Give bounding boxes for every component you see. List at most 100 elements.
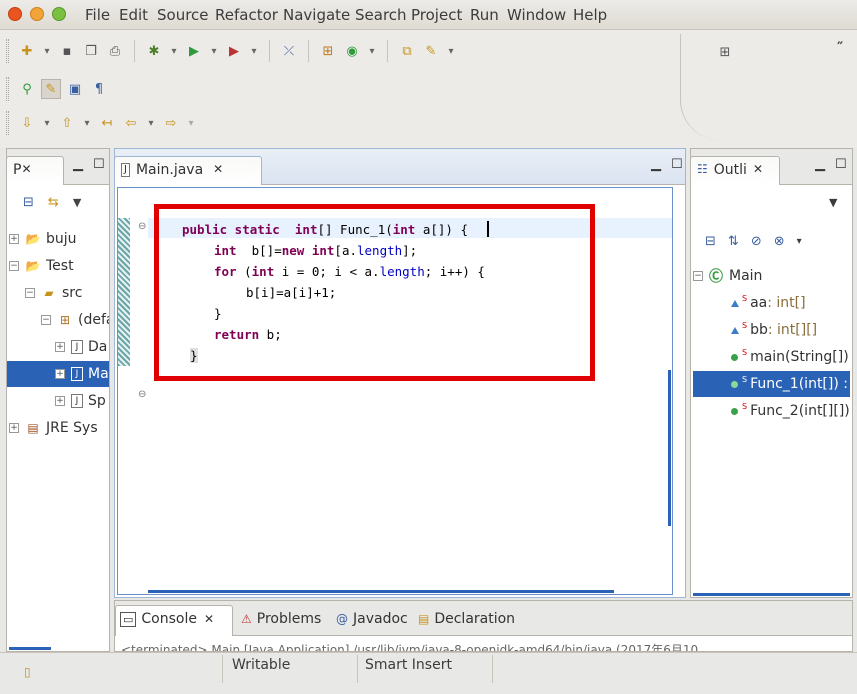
outline-item-method-func1[interactable]: S Func_1(int[]) : bbox=[693, 371, 850, 397]
mark-occurrences-icon[interactable]: ✎ bbox=[41, 79, 61, 99]
tree-item-default-package[interactable]: −⊞ (defa bbox=[41, 307, 109, 333]
fold-collapse-icon[interactable]: ⊖ bbox=[138, 389, 146, 400]
skip-breakpoints-icon[interactable]: ⤫ bbox=[279, 41, 299, 61]
maximize-icon[interactable]: ☐ bbox=[835, 157, 847, 172]
print-icon[interactable]: ⎙ bbox=[105, 41, 125, 61]
outline-item-method-main[interactable]: Smain(String[]) bbox=[731, 344, 849, 370]
chevron-down-icon[interactable]: ▾ bbox=[41, 41, 53, 61]
close-icon[interactable]: ✕ bbox=[753, 162, 763, 185]
menu-window[interactable]: Window bbox=[507, 6, 566, 24]
run-icon[interactable]: ▶ bbox=[184, 41, 204, 61]
expand-icon[interactable]: + bbox=[9, 423, 19, 433]
tab-javadoc[interactable]: @ Javadoc bbox=[336, 603, 408, 635]
chevron-down-icon[interactable]: ▾ bbox=[248, 41, 260, 61]
hide-static-icon[interactable]: ⊗ bbox=[774, 234, 785, 249]
fold-collapse-icon[interactable]: ⊖ bbox=[138, 221, 146, 232]
menu-edit[interactable]: Edit bbox=[119, 6, 148, 24]
minimize-window-button[interactable] bbox=[30, 7, 44, 21]
chevron-down-icon[interactable]: ▾ bbox=[81, 113, 93, 133]
forward-icon[interactable]: ⇨ bbox=[161, 113, 181, 133]
link-with-editor-icon[interactable]: ⇆ bbox=[48, 195, 59, 210]
minimize-icon[interactable]: ▁ bbox=[815, 157, 825, 172]
chevron-down-icon[interactable]: ▾ bbox=[41, 113, 53, 133]
chevron-down-icon[interactable]: ▾ bbox=[208, 41, 220, 61]
horizontal-scrollbar[interactable] bbox=[693, 593, 850, 596]
minimize-icon[interactable]: ▁ bbox=[651, 157, 661, 172]
tree-item-da[interactable]: + J Da bbox=[55, 334, 107, 360]
debug-icon[interactable]: ✱ bbox=[144, 41, 164, 61]
close-icon[interactable]: ✕ bbox=[21, 162, 31, 185]
menu-source[interactable]: Source bbox=[157, 6, 209, 24]
menu-project[interactable]: Project bbox=[411, 6, 462, 24]
menu-file[interactable]: File bbox=[85, 6, 110, 24]
new-package-icon[interactable]: ⊞ bbox=[318, 41, 338, 61]
search-tool-icon[interactable]: ✎ bbox=[421, 41, 441, 61]
tree-item-test[interactable]: − 📂 Test bbox=[9, 253, 74, 279]
sort-icon[interactable]: ⇅ bbox=[728, 234, 739, 249]
menu-help[interactable]: Help bbox=[573, 6, 607, 24]
maximize-icon[interactable]: ☐ bbox=[93, 157, 105, 172]
tree-item-sp[interactable]: + J Sp bbox=[55, 388, 106, 414]
maximize-window-button[interactable] bbox=[52, 7, 66, 21]
next-annotation-icon[interactable]: ⇩ bbox=[17, 113, 37, 133]
tab-declaration[interactable]: ▤ Declaration bbox=[418, 603, 515, 635]
toolbar-grip[interactable] bbox=[6, 39, 9, 63]
menu-refactor[interactable]: Refactor bbox=[215, 6, 278, 24]
save-all-icon[interactable]: ❐ bbox=[81, 41, 101, 61]
new-class-icon[interactable]: ◉ bbox=[342, 41, 362, 61]
tab-problems[interactable]: ⚠ Problems bbox=[241, 603, 321, 635]
outline-item-class[interactable]: − Ⓒ Main bbox=[693, 263, 762, 289]
expand-icon[interactable]: + bbox=[55, 369, 65, 379]
open-type-icon[interactable]: ⧉ bbox=[397, 41, 417, 61]
tree-item-jre[interactable]: + ▤ JRE Sys bbox=[9, 415, 98, 441]
fast-view-icon[interactable]: ▯ bbox=[24, 665, 31, 679]
toggle-breadcrumb-icon[interactable]: ⚲ bbox=[17, 79, 37, 99]
outline-tab[interactable]: ☷ Outli ✕ bbox=[690, 156, 780, 185]
collapse-icon[interactable]: − bbox=[25, 288, 35, 298]
chevron-down-icon[interactable]: ▾ bbox=[168, 41, 180, 61]
tree-item-src[interactable]: − ▰ src bbox=[25, 280, 82, 306]
menu-navigate[interactable]: Navigate bbox=[283, 6, 350, 24]
collapse-icon[interactable]: − bbox=[41, 315, 51, 325]
chevron-down-icon[interactable]: ▾ bbox=[145, 113, 157, 133]
view-menu-icon[interactable]: ▼ bbox=[73, 196, 81, 209]
run-config-icon[interactable]: ▶ bbox=[224, 41, 244, 61]
collapse-all-icon[interactable]: ⊟ bbox=[23, 195, 34, 210]
menu-run[interactable]: Run bbox=[470, 6, 499, 24]
collapse-icon[interactable]: − bbox=[9, 261, 19, 271]
tree-item-main[interactable]: + J Ma bbox=[7, 361, 109, 387]
show-whitespace-icon[interactable]: ¶ bbox=[89, 79, 109, 99]
chevron-down-icon[interactable]: ▾ bbox=[185, 113, 197, 133]
outline-item-field-bb[interactable]: Sbb : int[][] bbox=[731, 317, 817, 343]
back-icon[interactable]: ⇦ bbox=[121, 113, 141, 133]
collapse-all-icon[interactable]: ⊟ bbox=[705, 234, 716, 249]
close-icon[interactable]: ✕ bbox=[204, 612, 214, 626]
horizontal-scrollbar[interactable] bbox=[9, 647, 51, 650]
tree-item-buju[interactable]: + 📂 buju bbox=[9, 226, 77, 252]
chevron-down-icon[interactable]: ▾ bbox=[445, 41, 457, 61]
block-selection-icon[interactable]: ▣ bbox=[65, 79, 85, 99]
chevron-down-icon[interactable]: ▾ bbox=[366, 41, 378, 61]
chevron-down-icon[interactable]: ▾ bbox=[797, 236, 802, 247]
close-icon[interactable]: ✕ bbox=[213, 162, 223, 185]
new-icon[interactable]: ✚ bbox=[17, 41, 37, 61]
perspective-overflow-icon[interactable]: ″ bbox=[837, 40, 843, 56]
expand-icon[interactable]: + bbox=[55, 342, 65, 352]
save-icon[interactable]: ▪ bbox=[57, 41, 77, 61]
previous-annotation-icon[interactable]: ⇧ bbox=[57, 113, 77, 133]
horizontal-scrollbar[interactable] bbox=[148, 590, 614, 593]
minimize-icon[interactable]: ▁ bbox=[73, 157, 83, 172]
open-perspective-icon[interactable]: ⊞ bbox=[715, 42, 735, 62]
last-edit-location-icon[interactable]: ↤ bbox=[97, 113, 117, 133]
toolbar-grip[interactable] bbox=[6, 77, 9, 101]
expand-icon[interactable]: + bbox=[9, 234, 19, 244]
close-window-button[interactable] bbox=[8, 7, 22, 21]
expand-icon[interactable]: + bbox=[55, 396, 65, 406]
maximize-icon[interactable]: ☐ bbox=[671, 157, 683, 172]
toolbar-grip[interactable] bbox=[6, 111, 9, 135]
hide-fields-icon[interactable]: ⊘ bbox=[751, 234, 762, 249]
package-explorer-tab[interactable]: P ✕ bbox=[6, 156, 64, 185]
menu-search[interactable]: Search bbox=[355, 6, 407, 24]
vertical-scrollbar[interactable] bbox=[668, 370, 671, 526]
tab-console[interactable]: ▭ Console ✕ bbox=[120, 603, 214, 635]
